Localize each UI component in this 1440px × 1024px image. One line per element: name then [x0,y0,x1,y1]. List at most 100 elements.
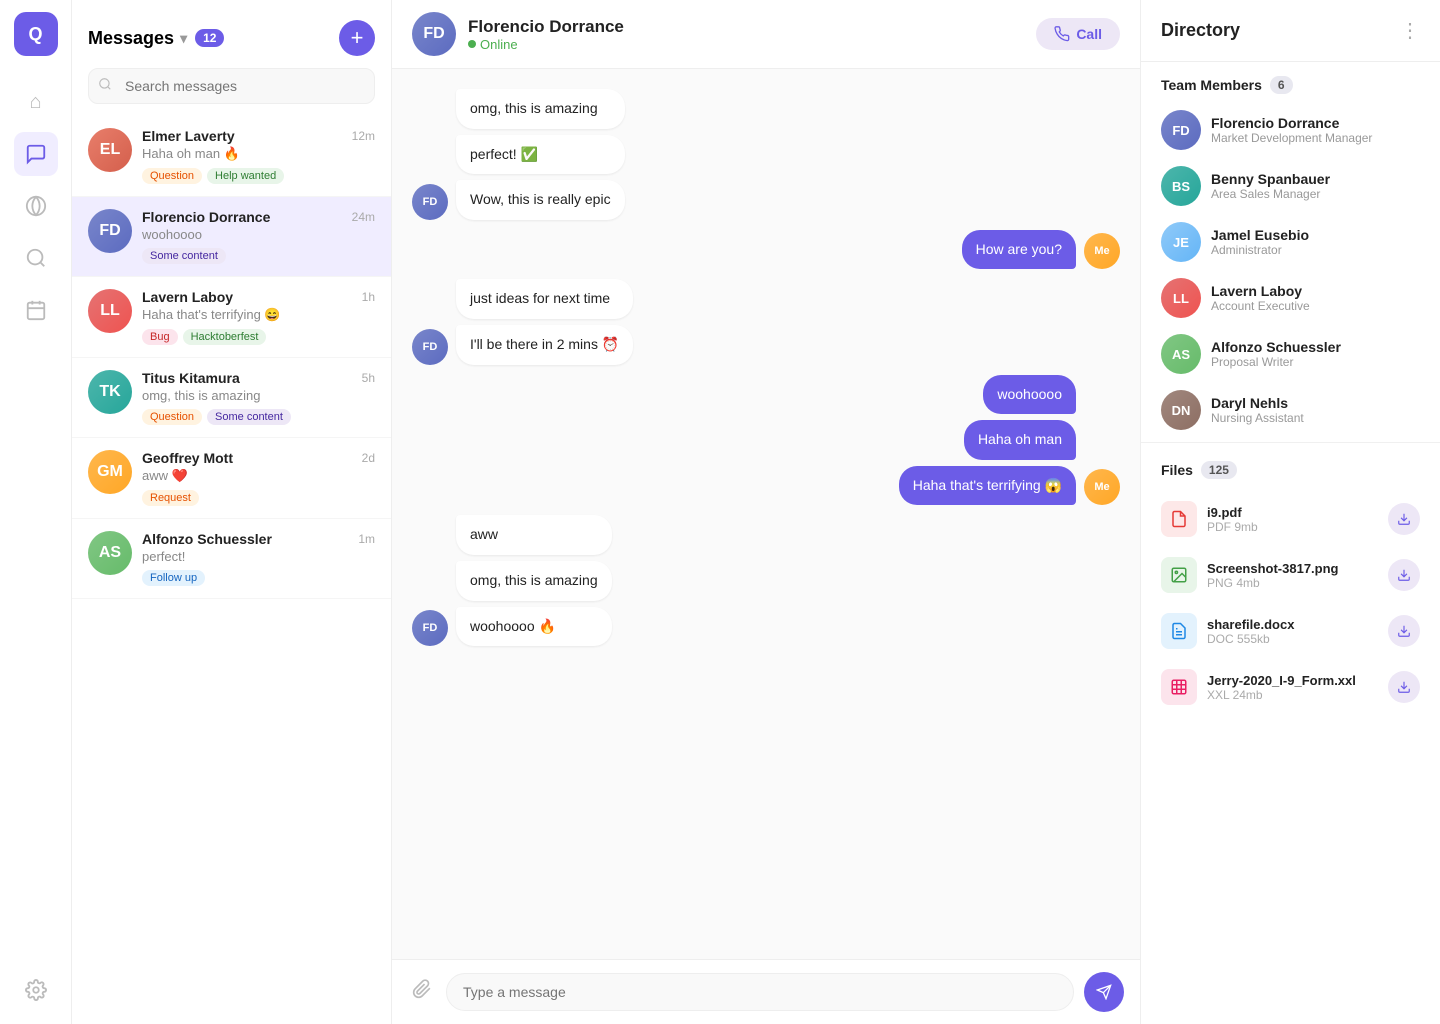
file-meta: DOC 555kb [1207,632,1378,646]
tag: Question [142,409,202,425]
attach-button[interactable] [408,975,436,1009]
conv-item-lavern[interactable]: LL Lavern Laboy1h Haha that's terrifying… [72,277,391,358]
team-members-section-title: Team Members 6 [1141,62,1440,102]
msg-avatar: FD [412,184,448,220]
nav-analytics[interactable] [14,184,58,228]
member-item-benny[interactable]: BS Benny Spanbauer Area Sales Manager [1141,158,1440,214]
conv-time: 1h [362,290,375,304]
conv-name: Titus Kitamura [142,370,240,386]
download-button[interactable] [1388,671,1420,703]
message-bubble: just ideas for next time [456,279,633,319]
tag: Help wanted [207,168,284,184]
message-group-received-2: FD just ideas for next time I'll be ther… [412,279,1120,364]
files-count-badge: 125 [1201,461,1237,479]
avatar-lavern: LL [88,289,132,333]
avatar-titus: TK [88,370,132,414]
nav-calendar[interactable] [14,288,58,332]
messages-title: Messages ▾ [88,28,187,49]
conv-time: 12m [352,129,375,143]
messages-count: 12 [195,29,224,47]
member-item-florencio[interactable]: FD Florencio Dorrance Market Development… [1141,102,1440,158]
file-item-i9pdf[interactable]: i9.pdf PDF 9mb [1141,491,1440,547]
conv-preview: Haha that's terrifying 😄 [142,307,375,323]
directory-header: Directory ⋮ [1141,0,1440,62]
divider [1141,442,1440,443]
member-item-alfonzo[interactable]: AS Alfonzo Schuessler Proposal Writer [1141,326,1440,382]
member-item-daryl[interactable]: DN Daryl Nehls Nursing Assistant [1141,382,1440,438]
avatar-alfonzo: AS [88,531,132,575]
conv-item-florencio[interactable]: FD Florencio Dorrance24m woohoooo Some c… [72,197,391,277]
conv-time: 2d [362,451,375,465]
message-bubble: How are you? [962,230,1076,270]
directory-title: Directory [1161,20,1240,41]
member-role: Market Development Manager [1211,131,1372,145]
message-input[interactable] [446,973,1074,1011]
directory-more-button[interactable]: ⋮ [1400,18,1420,43]
call-button[interactable]: Call [1036,18,1120,50]
conv-tags: Request [142,490,375,506]
message-bubble: Haha that's terrifying 😱 [899,466,1076,506]
nav-messages[interactable] [14,132,58,176]
conv-tags: Follow up [142,570,375,586]
nav-settings[interactable] [14,968,58,1012]
dropdown-icon[interactable]: ▾ [180,30,187,47]
nav-home[interactable]: ⌂ [14,80,58,124]
conv-time: 5h [362,371,375,385]
message-bubble: woohoooo [983,375,1076,415]
member-name: Jamel Eusebio [1211,227,1309,243]
conv-item-alfonzo[interactable]: AS Alfonzo Schuessler1m perfect! Follow … [72,519,391,599]
status-dot [468,40,476,48]
member-avatar: AS [1161,334,1201,374]
file-item-screenshot[interactable]: Screenshot-3817.png PNG 4mb [1141,547,1440,603]
tag: Bug [142,329,178,345]
download-button[interactable] [1388,615,1420,647]
search-bar [88,68,375,104]
file-meta: PDF 9mb [1207,520,1378,534]
tag: Follow up [142,570,205,586]
file-name: Jerry-2020_I-9_Form.xxl [1207,673,1378,688]
conv-item-titus[interactable]: TK Titus Kitamura5h omg, this is amazing… [72,358,391,438]
messages-panel: Messages ▾ 12 + EL Elmer Laverty12m Haha… [72,0,392,1024]
message-bubble: aww [456,515,612,555]
member-avatar: DN [1161,390,1201,430]
conv-tags: Some content [142,248,375,264]
team-count-badge: 6 [1270,76,1293,94]
message-group-received-3: FD aww omg, this is amazing woohoooo 🔥 [412,515,1120,646]
download-button[interactable] [1388,503,1420,535]
chat-header: FD Florencio Dorrance Online Call [392,0,1140,69]
member-name: Alfonzo Schuessler [1211,339,1341,355]
search-input[interactable] [88,68,375,104]
chat-contact-name: Florencio Dorrance [468,17,624,37]
conv-item-geoffrey[interactable]: GM Geoffrey Mott2d aww ❤️ Request [72,438,391,519]
file-icon-pdf [1161,501,1197,537]
send-button[interactable] [1084,972,1124,1012]
app-logo[interactable]: Q [14,12,58,56]
chat-area: FD Florencio Dorrance Online Call FD omg… [392,0,1140,1024]
conv-tags: Question Help wanted [142,168,375,184]
file-meta: XXL 24mb [1207,688,1378,702]
member-role: Nursing Assistant [1211,411,1304,425]
tag: Question [142,168,202,184]
member-item-lavern[interactable]: LL Lavern Laboy Account Executive [1141,270,1440,326]
avatar-florencio: FD [88,209,132,253]
new-message-button[interactable]: + [339,20,375,56]
conv-item-elmer[interactable]: EL Elmer Laverty12m Haha oh man 🔥 Questi… [72,116,391,197]
member-name: Benny Spanbauer [1211,171,1330,187]
messages-body: FD omg, this is amazing perfect! ✅ Wow, … [392,69,1140,959]
message-group-sent-1: How are you? Me [412,230,1120,270]
download-button[interactable] [1388,559,1420,591]
file-icon-png [1161,557,1197,593]
message-bubble: omg, this is amazing [456,561,612,601]
file-item-sharefile[interactable]: sharefile.docx DOC 555kb [1141,603,1440,659]
file-meta: PNG 4mb [1207,576,1378,590]
member-role: Proposal Writer [1211,355,1341,369]
file-icon-doc [1161,613,1197,649]
nav-search[interactable] [14,236,58,280]
file-item-jerry[interactable]: Jerry-2020_I-9_Form.xxl XXL 24mb [1141,659,1440,715]
chat-contact-avatar: FD [412,12,456,56]
message-bubble: I'll be there in 2 mins ⏰ [456,325,633,365]
conv-preview: woohoooo [142,227,375,242]
chat-input-bar [392,959,1140,1024]
member-item-jamel[interactable]: JE Jamel Eusebio Administrator [1141,214,1440,270]
conv-preview: aww ❤️ [142,468,375,484]
